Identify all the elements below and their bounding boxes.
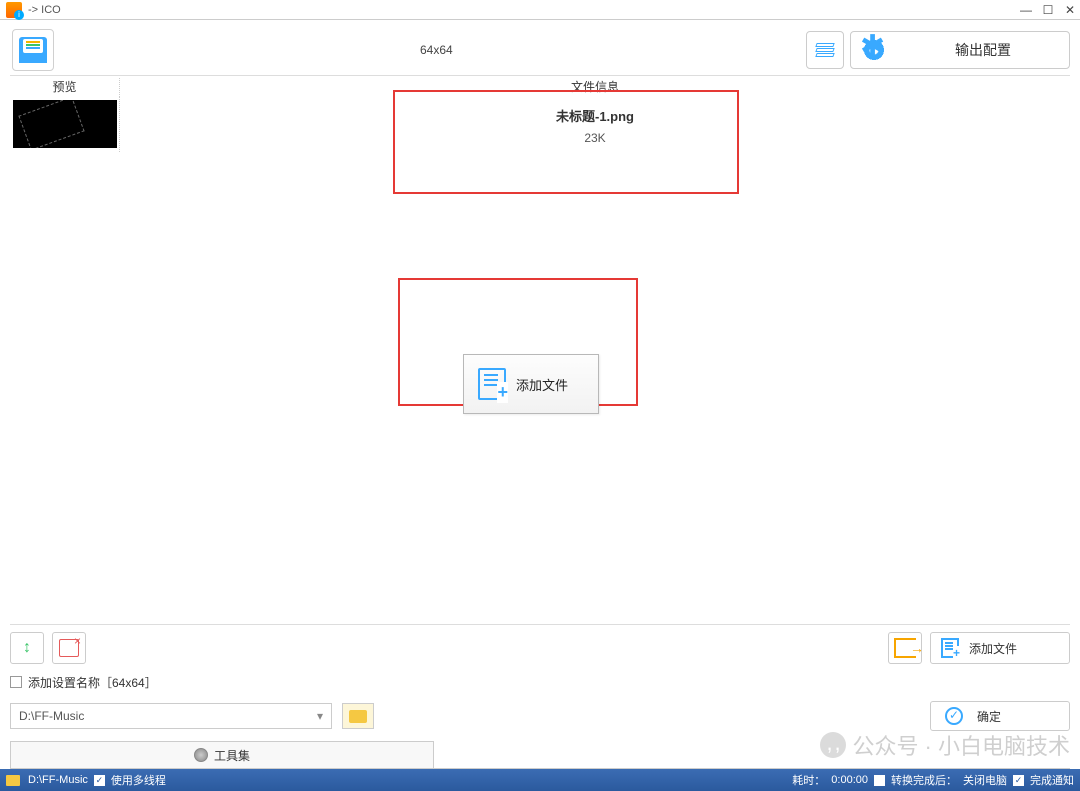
- layers-button[interactable]: [806, 31, 844, 69]
- file-row[interactable]: 未标题-1.png 23K: [10, 96, 1070, 152]
- output-config-button[interactable]: 输出配置: [850, 31, 1070, 69]
- file-name: 未标题-1.png: [120, 106, 1070, 125]
- output-path-dropdown[interactable]: D:\FF-Music ▾: [10, 703, 332, 729]
- sort-button[interactable]: [10, 632, 44, 664]
- preview-cell: [10, 96, 120, 152]
- layers-icon: [816, 43, 834, 57]
- output-path-value: D:\FF-Music: [19, 709, 84, 723]
- confirm-label: 确定: [977, 708, 1001, 725]
- file-info-cell: 未标题-1.png 23K: [120, 96, 1070, 152]
- check-circle-icon: [945, 707, 963, 725]
- chevron-down-icon: ▾: [317, 709, 323, 723]
- export-button[interactable]: [888, 632, 922, 664]
- minimize-icon[interactable]: —: [1020, 4, 1032, 16]
- fileinfo-header: 文件信息: [120, 78, 1070, 95]
- remove-icon: [59, 639, 79, 657]
- gear-icon: [861, 37, 887, 63]
- drawer-button[interactable]: [12, 29, 54, 71]
- close-icon[interactable]: ✕: [1064, 4, 1076, 16]
- statusbar: D:\FF-Music 使用多线程 耗时： 0:00:00 转换完成后： 关闭电…: [0, 769, 1080, 791]
- sort-icon: [23, 639, 31, 657]
- wechat-icon: [820, 732, 846, 758]
- main-area: 添加文件: [10, 152, 1070, 624]
- add-file-button[interactable]: 添加文件: [463, 354, 599, 414]
- multithread-checkbox[interactable]: [94, 775, 105, 786]
- after-convert-checkbox[interactable]: [874, 775, 885, 786]
- add-file-button-2[interactable]: 添加文件: [930, 632, 1070, 664]
- after-convert-label: 转换完成后：: [891, 772, 957, 788]
- toolbar: 64x64 输出配置: [10, 24, 1070, 76]
- bottom-panel: 添加文件 添加设置名称［64x64］ D:\FF-Music ▾ 确定: [10, 631, 1070, 733]
- app-icon: [6, 2, 22, 18]
- column-headers: 预览 文件信息: [10, 76, 1070, 96]
- add-file-label: 添加文件: [516, 375, 568, 394]
- add-file-label-2: 添加文件: [969, 640, 1017, 657]
- elapsed-label: 耗时：: [792, 772, 825, 788]
- notify-checkbox[interactable]: [1013, 775, 1024, 786]
- watermark: 公众号 · 小白电脑技术: [820, 729, 1070, 761]
- maximize-icon[interactable]: ☐: [1042, 4, 1054, 16]
- confirm-button[interactable]: 确定: [930, 701, 1070, 731]
- tool-icon: [194, 748, 208, 762]
- browse-folder-button[interactable]: [342, 703, 374, 729]
- titlebar: -> ICO — ☐ ✕: [0, 0, 1080, 20]
- tab-toolset-label: 工具集: [214, 747, 250, 764]
- preview-header: 预览: [10, 78, 120, 95]
- document-add-icon: [478, 368, 506, 400]
- watermark-text: 公众号 · 小白电脑技术: [852, 729, 1070, 761]
- add-config-name-label: 添加设置名称［64x64］: [28, 674, 157, 691]
- size-label: 64x64: [420, 43, 453, 57]
- export-icon: [894, 638, 916, 658]
- folder-icon: [6, 775, 20, 786]
- file-size: 23K: [120, 131, 1070, 145]
- status-path: D:\FF-Music: [28, 774, 88, 786]
- tab-toolset[interactable]: 工具集: [10, 741, 434, 768]
- multithread-label: 使用多线程: [111, 772, 166, 788]
- elapsed-value: 0:00:00: [831, 774, 868, 786]
- separator: [10, 624, 1070, 625]
- window-title: -> ICO: [28, 4, 61, 16]
- remove-button[interactable]: [52, 632, 86, 664]
- drawer-icon: [19, 37, 47, 63]
- notify-label: 完成通知: [1030, 772, 1074, 788]
- output-config-label: 输出配置: [897, 40, 1069, 60]
- document-add-icon-small: [941, 638, 959, 658]
- thumbnail: [13, 100, 117, 148]
- after-convert-value: 关闭电脑: [963, 772, 1007, 788]
- add-config-name-checkbox[interactable]: [10, 676, 22, 688]
